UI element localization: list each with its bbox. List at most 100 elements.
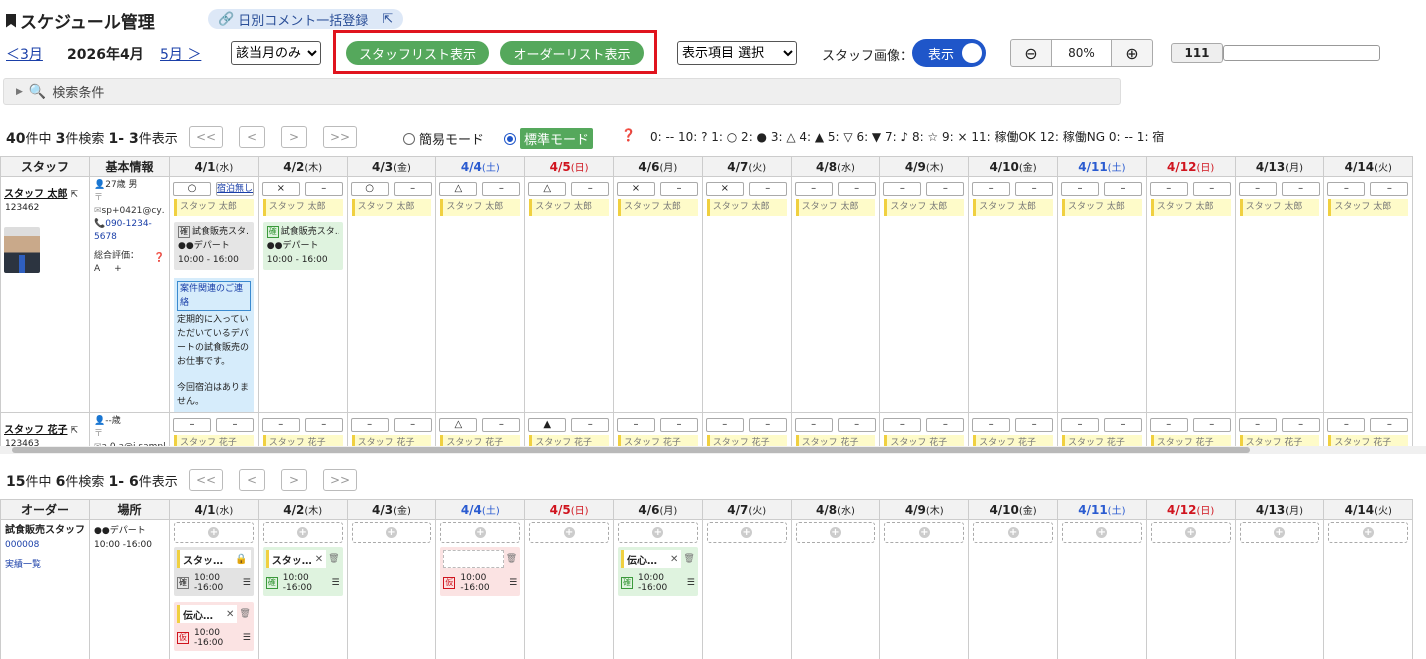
add-slot-button[interactable]: + (973, 522, 1053, 543)
lodging-mark[interactable]: – (748, 182, 787, 196)
lodging-mark[interactable]: – (1103, 418, 1142, 432)
pager-next[interactable]: > (281, 126, 307, 148)
add-slot-button[interactable]: + (262, 522, 343, 543)
add-slot-button[interactable]: + (529, 522, 609, 543)
lodging-mark[interactable]: – (571, 418, 610, 432)
assignment-card[interactable]: 🗑 仮 10:00 -16:00 ☰ (440, 547, 521, 596)
staff-image-toggle[interactable]: 表示 (912, 39, 986, 67)
order-list-button[interactable]: オーダーリスト表示 (500, 41, 644, 65)
availability-mark[interactable]: △ (439, 418, 478, 432)
menu-icon[interactable]: ☰ (332, 578, 340, 588)
availability-mark[interactable]: × (616, 182, 655, 196)
availability-mark[interactable]: – (1327, 182, 1366, 196)
lodging-mark[interactable]: – (837, 418, 876, 432)
lodging-mark[interactable]: – (926, 418, 965, 432)
bulk-comment-button[interactable]: 🔗 日別コメント一括登録 ⇱ (208, 9, 404, 29)
staff-list-button[interactable]: スタッフリスト表示 (346, 41, 489, 65)
lodging-mark[interactable]: – (393, 418, 432, 432)
add-slot-button[interactable]: + (706, 522, 787, 543)
order-pager-prev[interactable]: < (239, 469, 265, 491)
availability-mark[interactable]: △ (439, 182, 478, 196)
availability-mark[interactable]: – (1060, 418, 1099, 432)
width-slider[interactable] (1223, 45, 1380, 61)
availability-mark[interactable]: – (883, 182, 922, 196)
lodging-mark[interactable]: – (1370, 182, 1409, 196)
staff-name-link[interactable]: スタッフ 花子 (4, 425, 67, 436)
help-icon[interactable]: ❓ (621, 128, 636, 142)
search-conditions[interactable]: ▶ 🔍 検索条件 (3, 78, 1121, 105)
lodging-mark[interactable]: – (926, 182, 965, 196)
lodging-mark[interactable]: – (482, 418, 521, 432)
lodging-mark[interactable]: – (1370, 418, 1409, 432)
lodging-mark[interactable]: – (1015, 418, 1054, 432)
availability-mark[interactable]: – (794, 418, 833, 432)
zoom-out-icon[interactable]: ⊖ (1011, 40, 1051, 66)
availability-mark[interactable]: ○ (173, 182, 211, 196)
availability-mark[interactable]: – (1149, 182, 1188, 196)
lodging-mark[interactable]: – (304, 182, 343, 196)
trash-icon[interactable]: 🗑 (328, 554, 339, 564)
add-slot-button[interactable]: + (1061, 522, 1142, 543)
pager-first[interactable]: << (189, 126, 223, 148)
lodging-mark[interactable]: – (1103, 182, 1142, 196)
availability-mark[interactable]: – (972, 418, 1011, 432)
availability-mark[interactable]: × (261, 182, 300, 196)
order-pager-next[interactable]: > (281, 469, 307, 491)
lodging-mark[interactable]: – (216, 418, 254, 432)
display-items-select[interactable]: 表示項目 選択 (677, 41, 797, 65)
availability-mark[interactable]: ▲ (528, 418, 567, 432)
add-slot-button[interactable]: + (440, 522, 521, 543)
lodging-mark[interactable]: – (1015, 182, 1054, 196)
assigned-job[interactable]: 確試食販売スタ… ●●デパート 10:00 - 16:00 (262, 222, 343, 270)
standard-mode-radio[interactable] (504, 132, 517, 145)
lodging-mark[interactable]: – (393, 182, 432, 196)
availability-mark[interactable]: – (350, 418, 389, 432)
lodging-mark[interactable]: 宿泊無し (216, 182, 254, 196)
pager-prev[interactable]: < (239, 126, 265, 148)
trash-icon[interactable]: 🗑 (239, 609, 250, 619)
add-slot-button[interactable]: + (884, 522, 965, 543)
lodging-mark[interactable]: – (1281, 418, 1320, 432)
menu-icon[interactable]: ☰ (243, 578, 251, 588)
menu-icon[interactable]: ☰ (509, 578, 517, 588)
availability-mark[interactable]: – (1060, 182, 1099, 196)
add-slot-button[interactable]: + (1328, 522, 1409, 543)
lodging-mark[interactable]: – (1281, 182, 1320, 196)
assignment-card[interactable]: スタッ… ✕ 🗑 確 10:00 -16:00 ☰ (262, 547, 343, 596)
month-filter-select[interactable]: 該当月のみ (231, 41, 321, 65)
assigned-job[interactable]: 確試食販売スタ… ●●デパート 10:00 - 16:00 (174, 222, 254, 270)
add-slot-button[interactable]: + (174, 522, 254, 543)
menu-icon[interactable]: ☰ (687, 578, 695, 588)
availability-mark[interactable]: – (972, 182, 1011, 196)
trash-icon[interactable]: 🗑 (506, 554, 517, 564)
availability-mark[interactable]: – (1149, 418, 1188, 432)
horizontal-scrollbar[interactable] (0, 446, 1426, 454)
edit-icon[interactable]: ⇱ (70, 426, 78, 436)
results-link[interactable]: 実績一覧 (5, 558, 85, 572)
add-slot-button[interactable]: + (1239, 522, 1320, 543)
lodging-mark[interactable]: – (748, 418, 787, 432)
availability-mark[interactable]: – (794, 182, 833, 196)
lodging-mark[interactable]: – (482, 182, 521, 196)
availability-mark[interactable]: △ (528, 182, 567, 196)
availability-mark[interactable]: – (1327, 418, 1366, 432)
staff-name-link[interactable]: スタッフ 太郎 (4, 189, 67, 200)
availability-mark[interactable]: – (705, 418, 744, 432)
next-month-link[interactable]: 5月 ＞ (160, 44, 201, 64)
trash-icon[interactable]: 🗑 (683, 554, 694, 564)
lodging-mark[interactable]: – (304, 418, 343, 432)
remove-icon[interactable]: ✕ (315, 554, 323, 565)
pager-last[interactable]: >> (323, 126, 357, 148)
availability-mark[interactable]: – (173, 418, 211, 432)
order-pager-last[interactable]: >> (323, 469, 357, 491)
availability-mark[interactable]: ○ (350, 182, 389, 196)
order-code-link[interactable]: 000008 (5, 538, 85, 552)
availability-mark[interactable]: – (261, 418, 300, 432)
zoom-in-icon[interactable]: ⊕ (1112, 40, 1152, 66)
lodging-mark[interactable]: – (659, 182, 698, 196)
remove-icon[interactable]: ✕ (670, 554, 678, 565)
assignment-card[interactable]: スタッ… 🔒 確 10:00 -16:00 ☰ (174, 547, 254, 596)
availability-mark[interactable]: – (616, 418, 655, 432)
availability-mark[interactable]: × (705, 182, 744, 196)
remove-icon[interactable]: ✕ (226, 609, 234, 620)
